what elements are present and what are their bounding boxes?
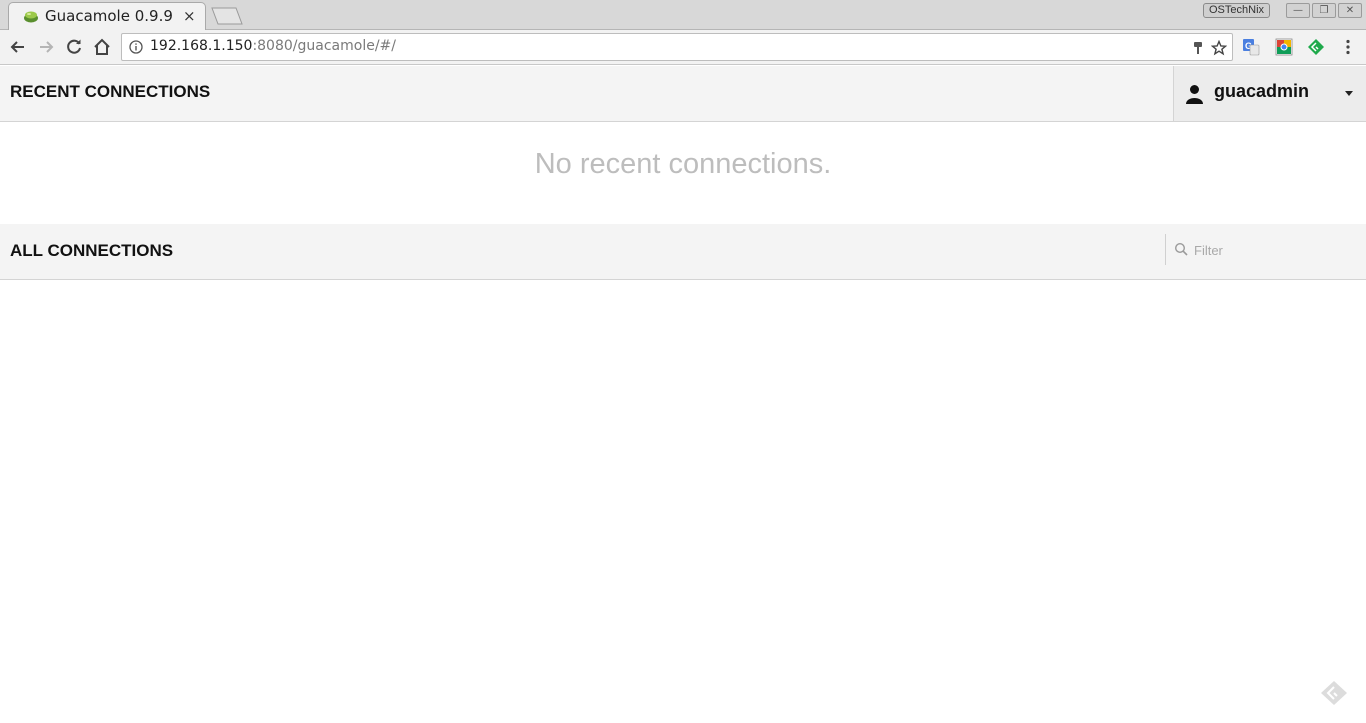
filter-input[interactable]	[1194, 239, 1354, 261]
new-tab-button[interactable]	[208, 7, 244, 25]
bookmark-star-icon[interactable]	[1211, 40, 1227, 56]
feedly-extension-icon[interactable]	[1307, 38, 1325, 56]
filter-box	[1165, 234, 1366, 265]
all-connections-header: ALL CONNECTIONS	[0, 224, 1366, 280]
reload-icon[interactable]	[63, 36, 85, 58]
username-label: guacadmin	[1214, 81, 1310, 101]
chrome-extension-icon[interactable]	[1275, 38, 1293, 56]
window-minimize-button[interactable]: —	[1286, 3, 1310, 18]
browser-menu-icon[interactable]	[1339, 38, 1357, 56]
user-icon	[1186, 85, 1203, 104]
browser-tabstrip: Guacamole 0.9.9 × OSTechNix — ❐ ✕	[0, 0, 1366, 30]
window-close-button[interactable]: ✕	[1338, 3, 1362, 18]
recent-connections-header: RECENT CONNECTIONS guacadmin	[0, 66, 1366, 122]
key-icon[interactable]	[1190, 40, 1206, 56]
google-translate-icon[interactable]: G	[1242, 38, 1260, 56]
url-path: :8080/guacamole/#/	[252, 38, 396, 54]
all-connections-title: ALL CONNECTIONS	[10, 241, 174, 260]
chevron-down-icon	[1345, 91, 1353, 96]
brand-badge: OSTechNix	[1203, 3, 1271, 18]
tab-close-icon[interactable]: ×	[183, 7, 196, 25]
search-icon	[1174, 242, 1188, 256]
guacamole-corner-logo-icon	[1321, 681, 1347, 705]
user-menu[interactable]: guacadmin	[1173, 66, 1366, 121]
recent-connections-title: RECENT CONNECTIONS	[10, 82, 211, 101]
address-bar[interactable]: 192.168.1.150:8080/guacamole/#/	[121, 33, 1233, 61]
tab-title: Guacamole 0.9.9	[45, 7, 173, 25]
window-restore-button[interactable]: ❐	[1312, 3, 1336, 18]
no-recent-connections-message: No recent connections.	[534, 148, 832, 180]
site-info-icon[interactable]	[129, 40, 143, 54]
back-arrow-icon[interactable]	[7, 36, 29, 58]
browser-tab-guacamole[interactable]: Guacamole 0.9.9 ×	[8, 2, 206, 30]
home-icon[interactable]	[91, 36, 113, 58]
forward-arrow-icon[interactable]	[35, 36, 57, 58]
guacamole-favicon-icon	[24, 11, 38, 23]
address-url[interactable]: 192.168.1.150:8080/guacamole/#/	[150, 38, 396, 54]
browser-toolbar: 192.168.1.150:8080/guacamole/#/ G	[0, 30, 1366, 65]
url-host: 192.168.1.150	[150, 38, 253, 54]
